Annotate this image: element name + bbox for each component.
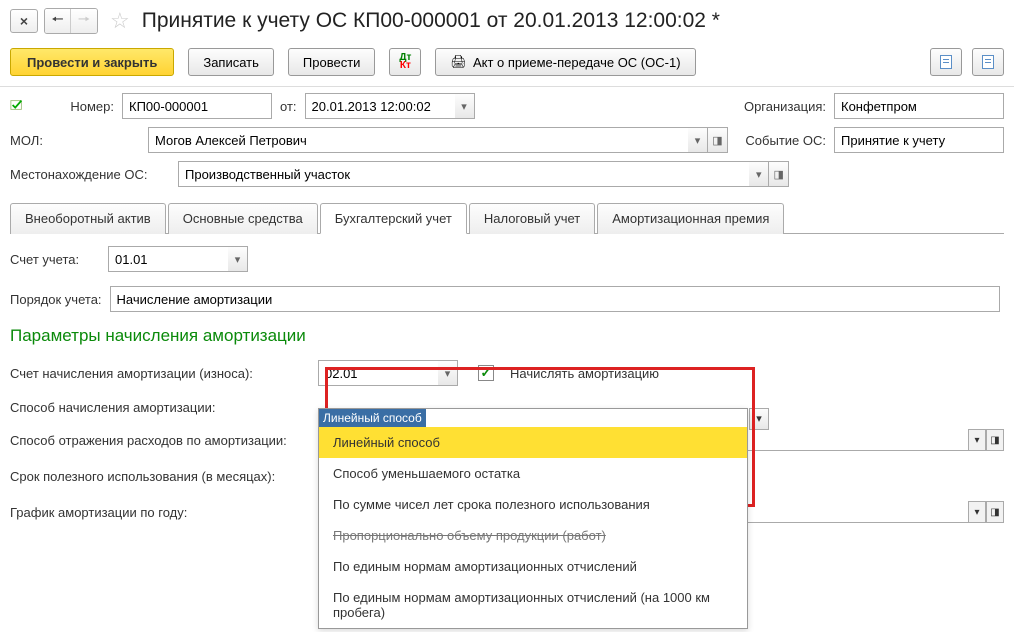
org-input[interactable]	[834, 93, 1004, 119]
number-label: Номер:	[34, 99, 114, 114]
method-current-value: Линейный способ	[319, 409, 426, 427]
post-and-close-button[interactable]: Провести и закрыть	[10, 48, 174, 76]
expense-open-button[interactable]: ◨	[986, 429, 1004, 451]
post-button[interactable]: Провести	[288, 48, 376, 76]
amort-account-dropdown-button[interactable]: ▾	[438, 360, 458, 386]
close-button[interactable]: ×	[10, 9, 38, 33]
amort-account-input[interactable]	[318, 360, 438, 386]
report-button-1[interactable]	[930, 48, 962, 76]
tab-noncurrent-asset[interactable]: Внеоборотный актив	[10, 203, 166, 234]
number-input[interactable]	[122, 93, 272, 119]
section-heading: Параметры начисления амортизации	[10, 326, 1004, 346]
calc-amort-checkbox[interactable]: ✓	[478, 365, 494, 381]
dropdown-option[interactable]: Линейный способ	[319, 427, 747, 458]
forward-button[interactable]: 🠖	[71, 9, 97, 33]
print-icon: 🖨	[450, 54, 467, 70]
account-label: Счет учета:	[10, 252, 100, 267]
schedule-dropdown-button[interactable]: ▾	[968, 501, 986, 523]
location-label: Местонахождение ОС:	[10, 167, 170, 182]
doc-icon	[982, 55, 994, 69]
expense-dropdown-button[interactable]: ▾	[968, 429, 986, 451]
tab-tax[interactable]: Налоговый учет	[469, 203, 595, 234]
dk-button[interactable]: ДтКт	[389, 48, 421, 76]
org-label: Организация:	[736, 99, 826, 114]
tab-fixed-assets[interactable]: Основные средства	[168, 203, 318, 234]
page-title: Принятие к учету ОС КП00-000001 от 20.01…	[142, 9, 720, 33]
report-button-2[interactable]	[972, 48, 1004, 76]
order-input[interactable]	[110, 286, 1000, 312]
expense-label: Способ отражения расходов по амортизации…	[10, 433, 310, 448]
act-button[interactable]: 🖨 Акт о приеме-передаче ОС (ОС-1)	[435, 48, 695, 76]
method-label: Способ начисления амортизации:	[10, 400, 310, 415]
useful-life-label: Срок полезного использования (в месяцах)…	[10, 469, 310, 484]
mol-dropdown-button[interactable]: ▾	[688, 127, 708, 153]
dropdown-option[interactable]: По сумме чисел лет срока полезного испол…	[319, 489, 747, 520]
back-button[interactable]: 🠔	[45, 9, 71, 33]
method-dropdown[interactable]: Линейный способ Линейный способСпособ ум…	[318, 408, 748, 629]
date-input[interactable]	[305, 93, 455, 119]
event-label: Событие ОС:	[736, 133, 826, 148]
date-picker-button[interactable]: ▾	[455, 93, 475, 119]
amort-account-label: Счет начисления амортизации (износа):	[10, 366, 310, 381]
debit-credit-icon: ДтКт	[399, 54, 411, 70]
schedule-open-button[interactable]: ◨	[986, 501, 1004, 523]
calc-amort-label: Начислять амортизацию	[510, 366, 659, 381]
location-input[interactable]	[178, 161, 749, 187]
mol-input[interactable]	[148, 127, 688, 153]
dropdown-option[interactable]: Пропорционально объему продукции (работ)	[319, 520, 747, 551]
mol-label: МОЛ:	[10, 133, 140, 148]
dropdown-option[interactable]: По единым нормам амортизационных отчисле…	[319, 582, 747, 628]
account-input[interactable]	[108, 246, 228, 272]
event-input[interactable]	[834, 127, 1004, 153]
tab-bonus[interactable]: Амортизационная премия	[597, 203, 784, 234]
from-label: от:	[280, 99, 297, 114]
favorite-icon[interactable]: ☆	[110, 8, 130, 34]
location-open-button[interactable]: ◨	[769, 161, 789, 187]
tab-accounting[interactable]: Бухгалтерский учет	[320, 203, 467, 234]
method-dropdown-toggle[interactable]: ▾	[749, 408, 769, 430]
dropdown-option[interactable]: Способ уменьшаемого остатка	[319, 458, 747, 489]
order-label: Порядок учета:	[10, 292, 102, 307]
location-dropdown-button[interactable]: ▾	[749, 161, 769, 187]
doc-icon	[940, 55, 952, 69]
mol-open-button[interactable]: ◨	[708, 127, 728, 153]
dropdown-option[interactable]: По единым нормам амортизационных отчисле…	[319, 551, 747, 582]
account-dropdown-button[interactable]: ▾	[228, 246, 248, 272]
save-button[interactable]: Записать	[188, 48, 274, 76]
schedule-label: График амортизации по году:	[10, 505, 310, 520]
status-icon	[10, 98, 26, 115]
